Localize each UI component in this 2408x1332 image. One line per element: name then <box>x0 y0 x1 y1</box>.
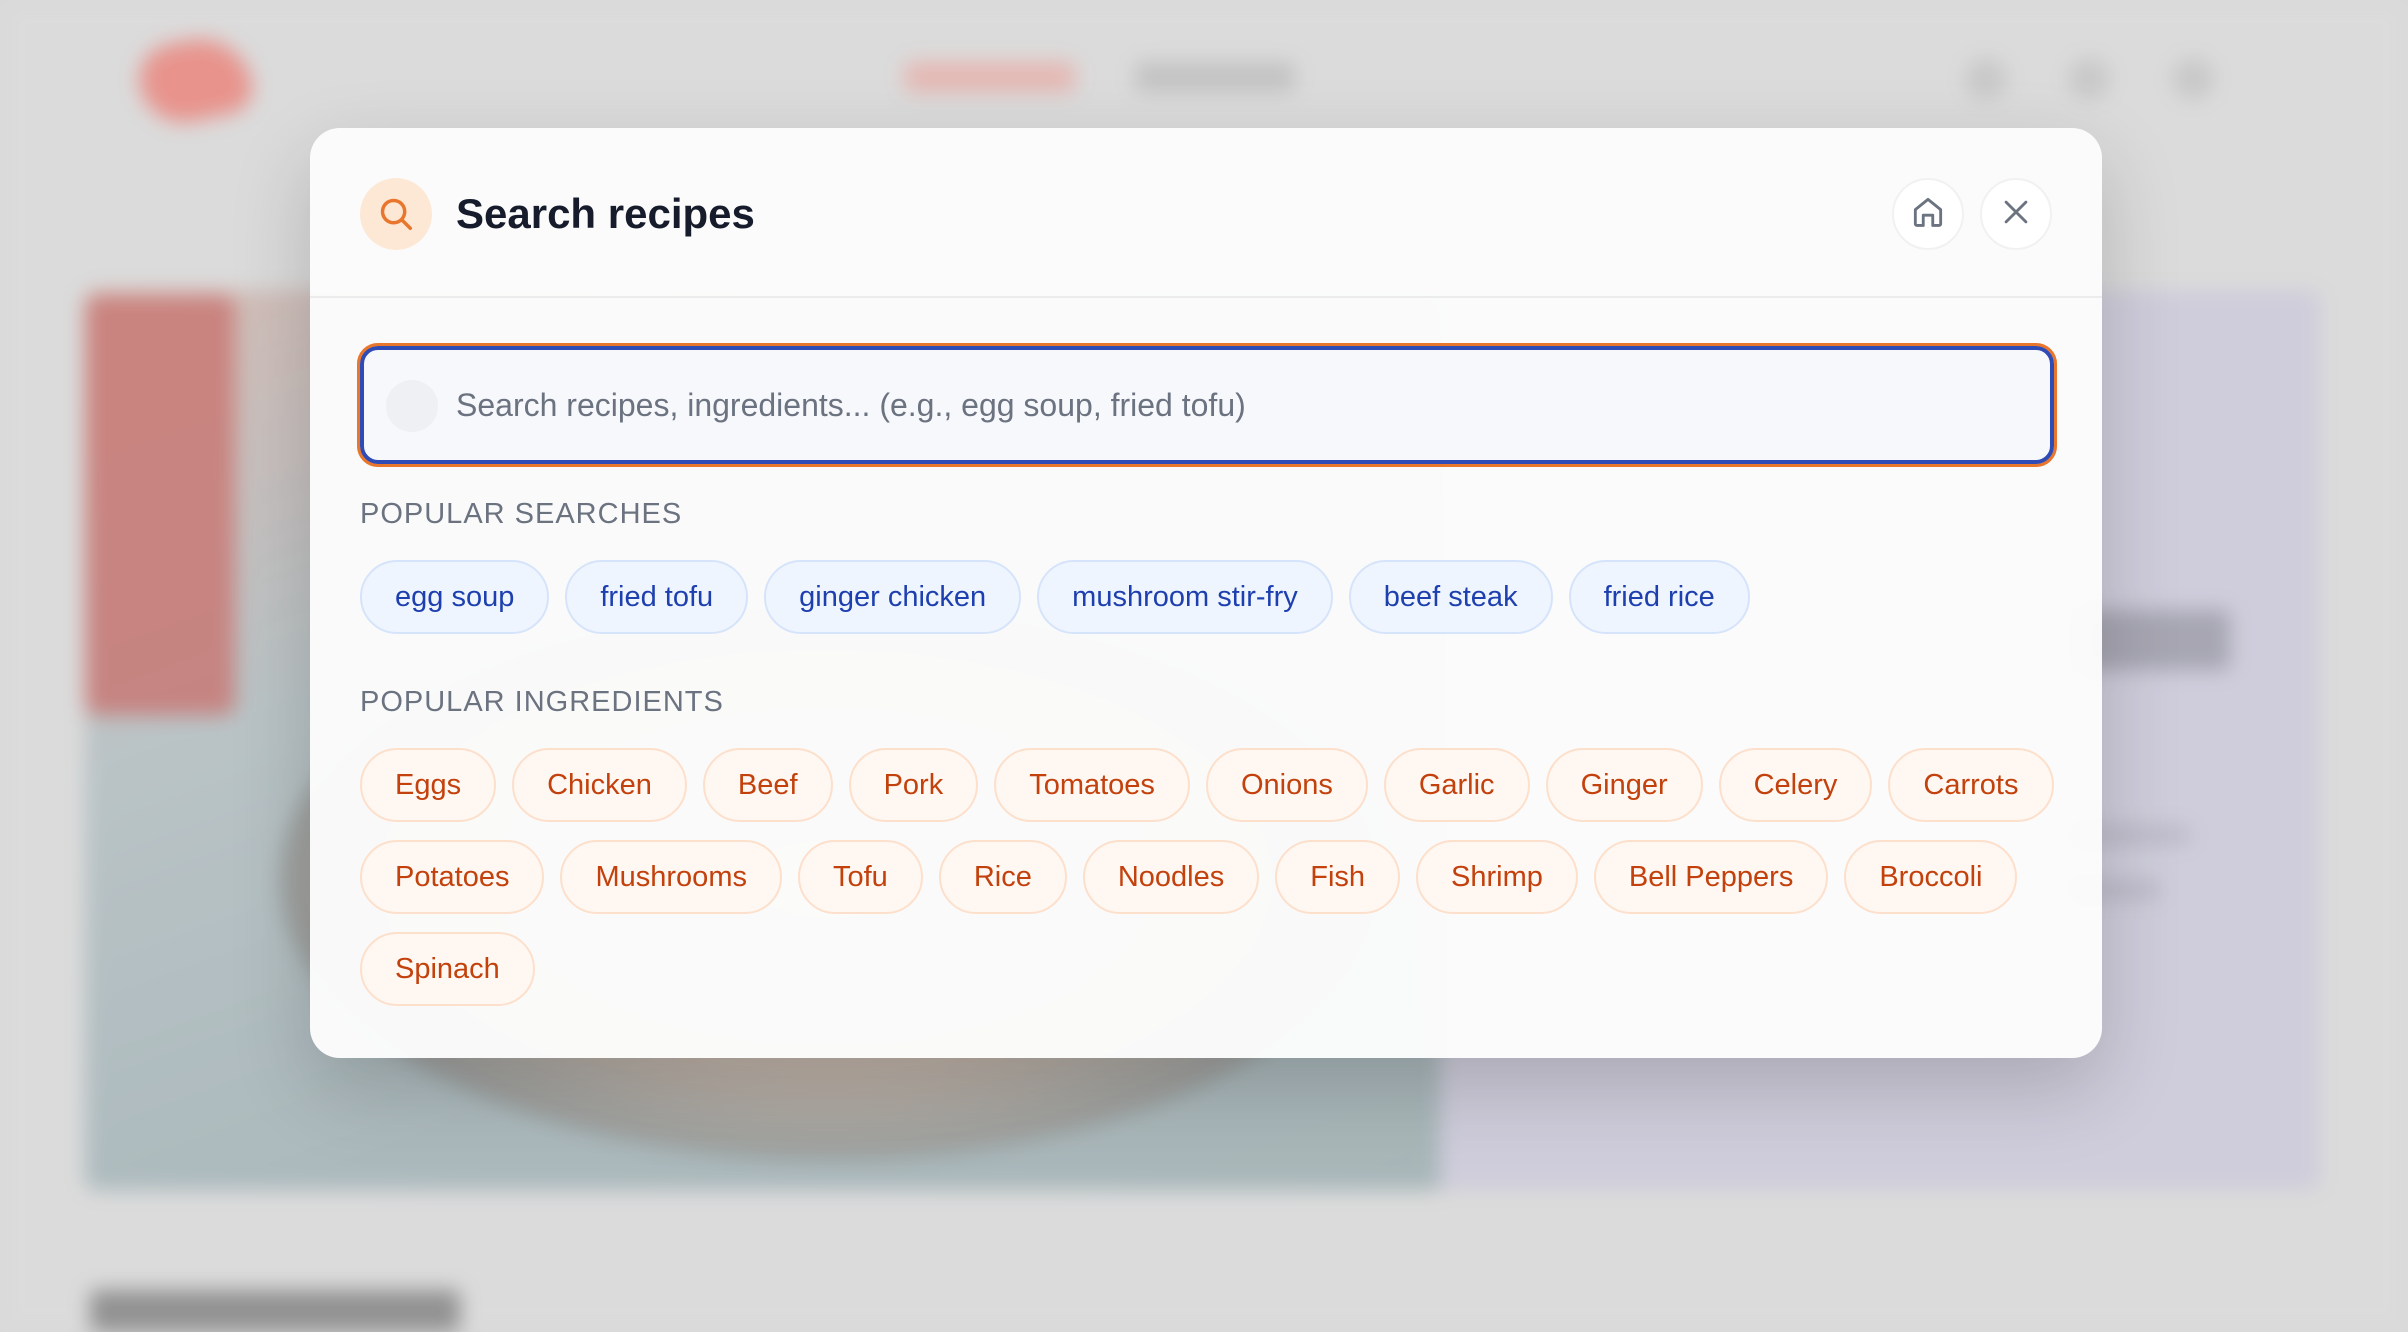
popular-search-chip[interactable]: fried tofu <box>565 560 749 634</box>
search-modal: Search recipes POPULAR SEARCHES egg soup… <box>310 128 2102 1058</box>
ingredient-chip[interactable]: Spinach <box>360 932 535 1006</box>
home-icon <box>1909 193 1947 236</box>
popular-searches-label: POPULAR SEARCHES <box>360 498 683 530</box>
ingredient-chip[interactable]: Broccoli <box>1844 840 2018 914</box>
ingredient-chip[interactable]: Bell Peppers <box>1593 840 1829 914</box>
close-button[interactable] <box>1980 178 2052 250</box>
ingredient-chip[interactable]: Carrots <box>1888 748 2054 822</box>
search-field[interactable] <box>357 343 2057 467</box>
ingredient-chip[interactable]: Beef <box>702 748 833 822</box>
ingredient-chip[interactable]: Noodles <box>1082 840 1260 914</box>
ingredient-chip[interactable]: Celery <box>1718 748 1873 822</box>
modal-title: Search recipes <box>456 190 755 237</box>
ingredient-chip[interactable]: Tomatoes <box>994 748 1190 822</box>
popular-searches-list: egg soup fried tofu ginger chicken mushr… <box>360 560 2060 634</box>
ingredient-chip[interactable]: Pork <box>848 748 979 822</box>
popular-search-chip[interactable]: beef steak <box>1348 560 1553 634</box>
popular-search-chip[interactable]: fried rice <box>1568 560 1750 634</box>
popular-ingredients-label: POPULAR INGREDIENTS <box>360 686 724 718</box>
search-icon <box>360 178 432 250</box>
popular-search-chip[interactable]: egg soup <box>360 560 550 634</box>
ingredient-chip[interactable]: Fish <box>1275 840 1401 914</box>
ingredient-chip[interactable]: Rice <box>938 840 1067 914</box>
popular-ingredients-list: Eggs Chicken Beef Pork Tomatoes Onions G… <box>360 748 2080 1006</box>
ingredient-chip[interactable]: Garlic <box>1383 748 1530 822</box>
ingredient-chip[interactable]: Mushrooms <box>560 840 782 914</box>
ingredient-chip[interactable]: Onions <box>1205 748 1368 822</box>
ingredient-chip[interactable]: Potatoes <box>360 840 545 914</box>
search-field-icon <box>386 380 438 432</box>
modal-header: Search recipes <box>310 128 2102 298</box>
search-input[interactable] <box>456 350 2016 460</box>
popular-search-chip[interactable]: mushroom stir-fry <box>1037 560 1333 634</box>
close-icon <box>1999 195 2033 234</box>
ingredient-chip[interactable]: Eggs <box>360 748 497 822</box>
ingredient-chip[interactable]: Ginger <box>1545 748 1703 822</box>
ingredient-chip[interactable]: Tofu <box>797 840 923 914</box>
ingredient-chip[interactable]: Shrimp <box>1416 840 1578 914</box>
home-button[interactable] <box>1892 178 1964 250</box>
popular-search-chip[interactable]: ginger chicken <box>764 560 1022 634</box>
ingredient-chip[interactable]: Chicken <box>512 748 687 822</box>
